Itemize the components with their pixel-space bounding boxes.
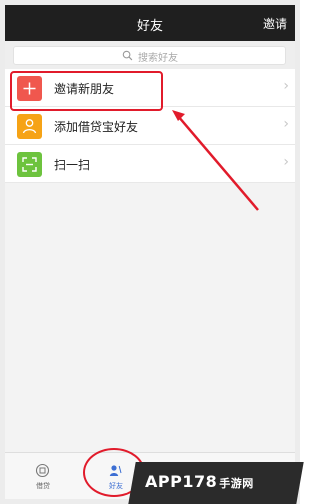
watermark-text: APP178	[145, 472, 218, 491]
tab-loans[interactable]: 借贷	[13, 459, 73, 497]
arrow-annotation	[172, 110, 259, 211]
tab-label: 借贷	[36, 482, 50, 490]
watermark-logo: APP178 手游网	[145, 472, 254, 491]
circle-icon	[35, 463, 50, 478]
watermark-cn: 手游网	[219, 477, 254, 490]
